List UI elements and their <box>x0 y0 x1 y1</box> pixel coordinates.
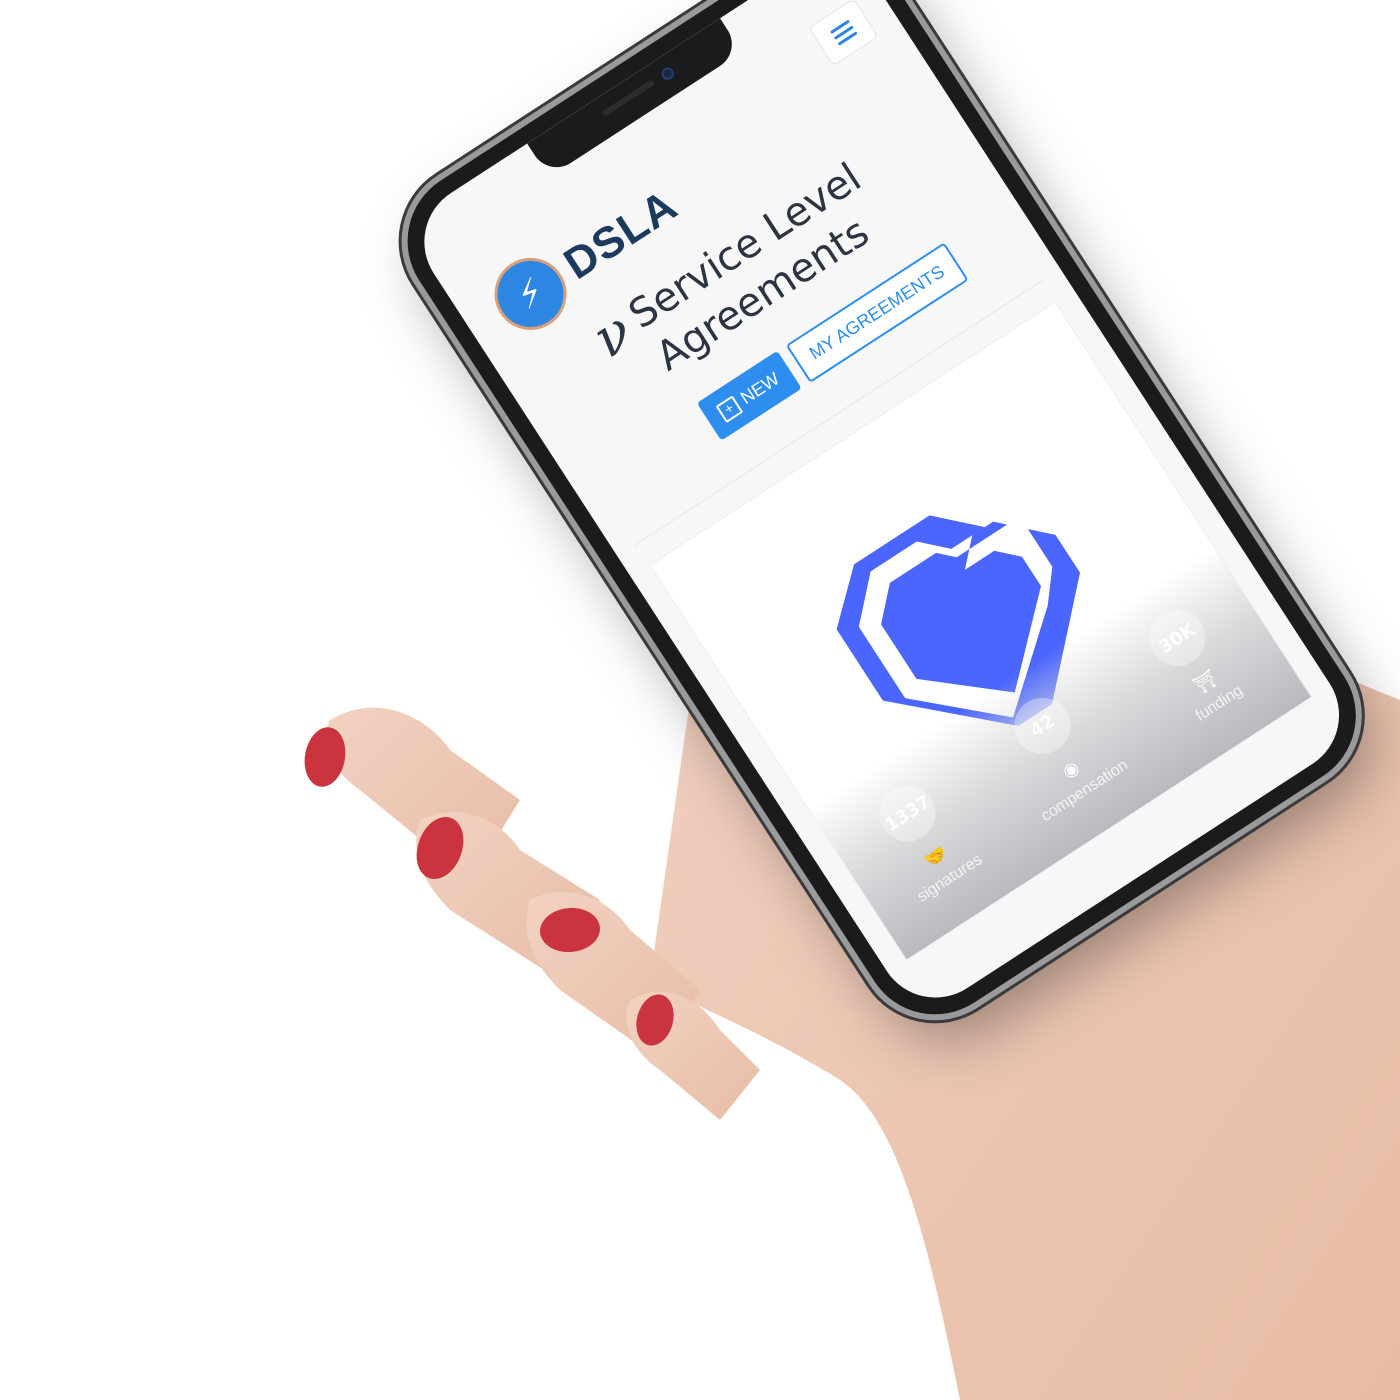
stat-value: 1337 <box>868 774 947 853</box>
new-agreement-button[interactable]: + NEW <box>696 350 802 441</box>
stat-value: 30K <box>1138 599 1216 678</box>
stat-funding: 30K ⛩ funding <box>1112 582 1275 744</box>
stat-value: 42 <box>1003 687 1082 765</box>
handshake-icon: 🤝 <box>921 842 952 873</box>
front-camera <box>659 65 677 82</box>
stat-compensation: 42 ◉ compensation <box>977 670 1140 832</box>
menu-button[interactable] <box>808 0 879 67</box>
funding-icon: ⛩ <box>1190 667 1221 698</box>
hamburger-icon <box>827 16 859 49</box>
new-button-label: NEW <box>736 368 783 409</box>
coins-stack-icon: ◉ <box>1058 756 1084 783</box>
plus-square-icon: + <box>715 394 743 423</box>
stat-label: compensation <box>1038 756 1131 826</box>
stat-signatures: 1337 🤝 signatures <box>842 757 1005 919</box>
